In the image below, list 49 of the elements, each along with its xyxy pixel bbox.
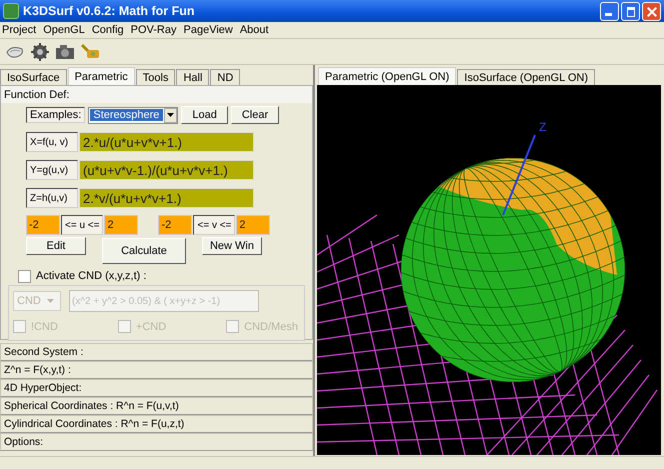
section-header[interactable]: 4D HyperObject: (0, 379, 313, 397)
tab[interactable]: Hall (176, 69, 210, 85)
load-button[interactable]: Load (181, 106, 228, 124)
menu-item[interactable]: PageView (184, 24, 233, 36)
examples-label: Examples: (26, 107, 86, 123)
range-min-field[interactable]: -2 (26, 215, 60, 235)
equation-field[interactable]: 2.*u/(u*u+v*v+1.) (79, 132, 254, 152)
window-title: K3DSurf v0.6.2: Math for Fun (23, 4, 196, 18)
equation-label: Z=h(u,v) (26, 188, 78, 208)
calculate-button[interactable]: Calculate (102, 238, 186, 264)
section-header[interactable]: Spherical Coordinates : R^n = F(u,v,t) (0, 397, 313, 415)
new-window-button[interactable]: New Win (202, 237, 262, 255)
section-header[interactable]: Cylindrical Coordinates : R^n = F(u,z,t) (0, 415, 313, 433)
section-heading: Function Def: (1, 86, 312, 103)
tab[interactable]: Parametric (OpenGL ON) (318, 67, 456, 85)
equation-field[interactable]: 2.*v/(u*u+v*v+1.) (79, 188, 254, 208)
menu-item[interactable]: Project (2, 24, 36, 36)
tab[interactable]: IsoSurface (0, 69, 67, 85)
minimize-button[interactable] (600, 2, 619, 20)
gear-icon[interactable] (29, 42, 51, 62)
app-icon (3, 3, 19, 19)
close-button[interactable] (642, 2, 661, 20)
dropdown-arrow-icon (46, 299, 54, 303)
axis-label: Z (539, 120, 546, 134)
equation-label: Y=g(u,v) (26, 160, 78, 180)
tab[interactable]: IsoSurface (OpenGL ON) (457, 69, 595, 85)
tab[interactable]: Parametric (68, 67, 135, 85)
range-label: <= u <= (61, 215, 104, 235)
menu-item[interactable]: Config (92, 24, 124, 36)
edit-button[interactable]: Edit (26, 237, 86, 255)
range-min-field[interactable]: -2 (158, 215, 192, 235)
menu-item[interactable]: OpenGL (43, 24, 85, 36)
tab[interactable]: Tools (136, 69, 176, 85)
range-label: <= v <= (193, 215, 236, 235)
examples-dropdown[interactable]: Stereosphere (88, 106, 178, 124)
camera-icon[interactable] (54, 42, 76, 60)
equation-field[interactable]: (u*u+v*v-1.)/(u*u+v*v+1.) (79, 160, 254, 180)
range-max-field[interactable]: 2 (236, 215, 270, 235)
section-header[interactable]: Second System : (0, 343, 313, 361)
restore-button[interactable] (621, 2, 640, 20)
tab[interactable]: ND (210, 69, 240, 85)
checkbox-label: Activate CND (x,y,z,t) : (36, 270, 146, 282)
section-header[interactable]: Z^n = F(x,y,t) : (0, 361, 313, 379)
range-max-field[interactable]: 2 (104, 215, 138, 235)
section-header[interactable]: Options: (0, 433, 313, 451)
menu-item[interactable]: POV-Ray (130, 24, 176, 36)
menu-item[interactable]: About (240, 24, 269, 36)
equation-label: X=f(u, v) (26, 132, 78, 152)
clear-button[interactable]: Clear (230, 106, 280, 124)
